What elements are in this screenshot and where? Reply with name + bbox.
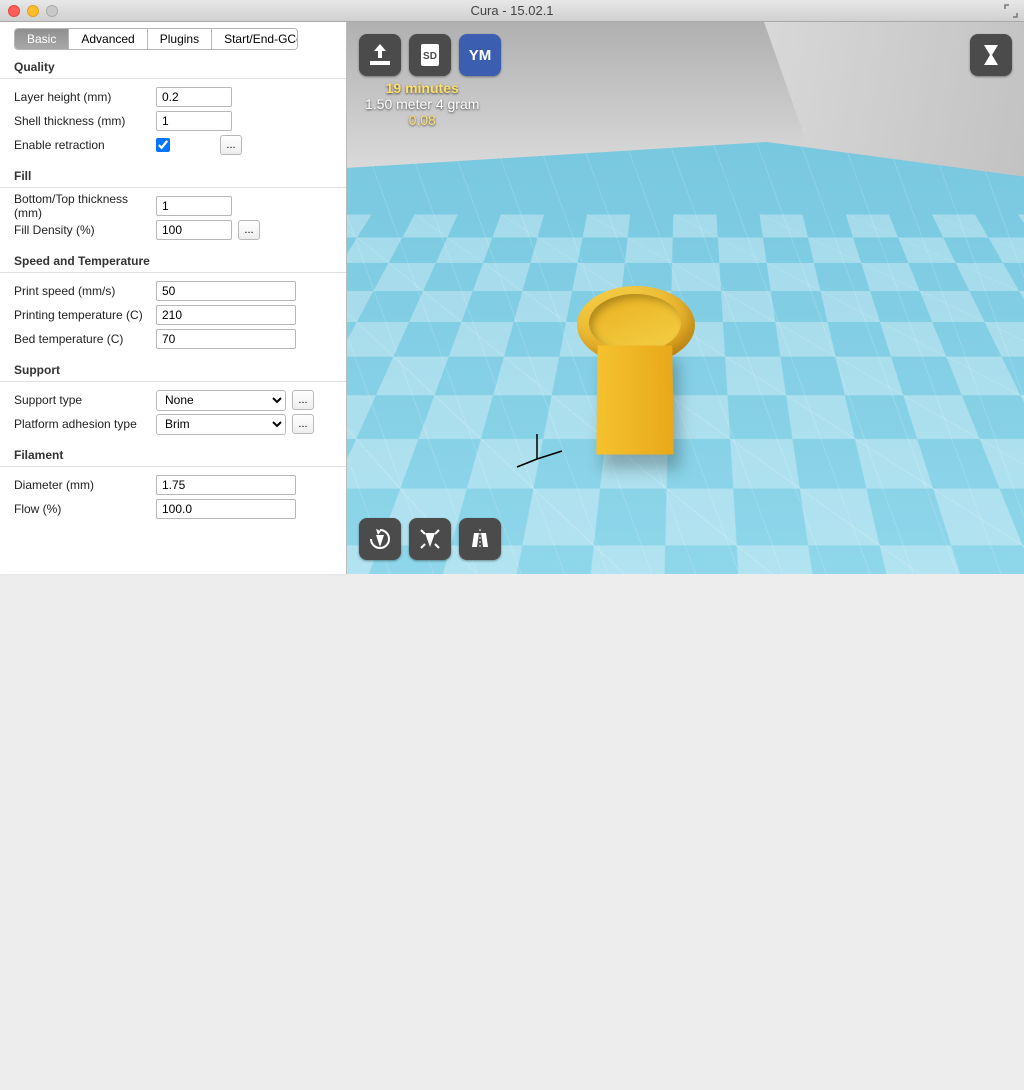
diameter-input[interactable] <box>156 475 296 495</box>
youmagine-button[interactable]: YM <box>459 34 501 76</box>
print-speed-input[interactable] <box>156 281 296 301</box>
fill-more-button[interactable]: ... <box>238 220 260 240</box>
support-type-label: Support type <box>14 393 156 407</box>
print-info: 19 minutes 1.50 meter 4 gram 0.08 <box>365 80 479 128</box>
3d-viewport[interactable]: SD YM 19 minutes 1.50 meter 4 gram 0.08 <box>347 22 1024 574</box>
print-cost: 0.08 <box>365 112 479 128</box>
svg-text:SD: SD <box>423 51 437 62</box>
section-speed: Speed and Temperature <box>0 244 346 273</box>
adhesion-type-select[interactable]: Brim <box>156 414 286 435</box>
scale-icon <box>416 525 444 553</box>
enable-retraction-checkbox[interactable] <box>156 138 170 152</box>
settings-sidebar: Basic Advanced Plugins Start/End-GCode Q… <box>0 22 347 574</box>
section-fill: Fill <box>0 159 346 188</box>
mirror-icon <box>466 525 494 553</box>
rotate-icon <box>366 525 394 553</box>
mirror-button[interactable] <box>459 518 501 560</box>
enable-retraction-label: Enable retraction <box>14 138 156 152</box>
section-support: Support <box>0 353 346 382</box>
sd-icon: SD <box>416 41 444 69</box>
window-title: Cura - 15.02.1 <box>0 3 1024 18</box>
view-mode-button[interactable] <box>970 34 1012 76</box>
rotate-button[interactable] <box>359 518 401 560</box>
bed-temp-input[interactable] <box>156 329 296 349</box>
shell-thickness-input[interactable] <box>156 111 232 131</box>
model-disc-inner <box>589 294 681 352</box>
tab-gcode[interactable]: Start/End-GCode <box>212 29 298 49</box>
print-speed-label: Print speed (mm/s) <box>14 284 156 298</box>
adhesion-more-button[interactable]: ... <box>292 414 314 434</box>
model-object[interactable] <box>567 272 707 472</box>
hourglass-icon <box>977 41 1005 69</box>
model-base <box>596 346 673 455</box>
adhesion-type-label: Platform adhesion type <box>14 417 156 431</box>
titlebar: Cura - 15.02.1 <box>0 0 1024 22</box>
fill-density-label: Fill Density (%) <box>14 223 156 237</box>
origin-axis-icon <box>527 429 567 474</box>
print-time: 19 minutes <box>365 80 479 96</box>
diameter-label: Diameter (mm) <box>14 478 156 492</box>
scale-button[interactable] <box>409 518 451 560</box>
load-model-button[interactable] <box>359 34 401 76</box>
tab-advanced[interactable]: Advanced <box>69 29 147 49</box>
load-icon <box>366 41 394 69</box>
fill-density-input[interactable] <box>156 220 232 240</box>
layer-height-input[interactable] <box>156 87 232 107</box>
bottom-top-input[interactable] <box>156 196 232 216</box>
shell-thickness-label: Shell thickness (mm) <box>14 114 156 128</box>
support-type-select[interactable]: None <box>156 390 286 411</box>
section-filament: Filament <box>0 438 346 467</box>
tab-plugins[interactable]: Plugins <box>148 29 212 49</box>
save-sd-button[interactable]: SD <box>409 34 451 76</box>
flow-label: Flow (%) <box>14 502 156 516</box>
tab-bar: Basic Advanced Plugins Start/End-GCode <box>14 28 298 50</box>
section-quality: Quality <box>0 50 346 79</box>
print-temp-input[interactable] <box>156 305 296 325</box>
tab-basic[interactable]: Basic <box>15 29 69 49</box>
ym-label: YM <box>469 47 492 64</box>
bottom-top-label: Bottom/Top thickness (mm) <box>14 192 156 220</box>
layer-height-label: Layer height (mm) <box>14 90 156 104</box>
support-more-button[interactable]: ... <box>292 390 314 410</box>
fullscreen-icon[interactable] <box>1004 4 1018 18</box>
retraction-more-button[interactable]: ... <box>220 135 242 155</box>
bed-temp-label: Bed temperature (C) <box>14 332 156 346</box>
flow-input[interactable] <box>156 499 296 519</box>
print-usage: 1.50 meter 4 gram <box>365 96 479 112</box>
print-temp-label: Printing temperature (C) <box>14 308 156 322</box>
